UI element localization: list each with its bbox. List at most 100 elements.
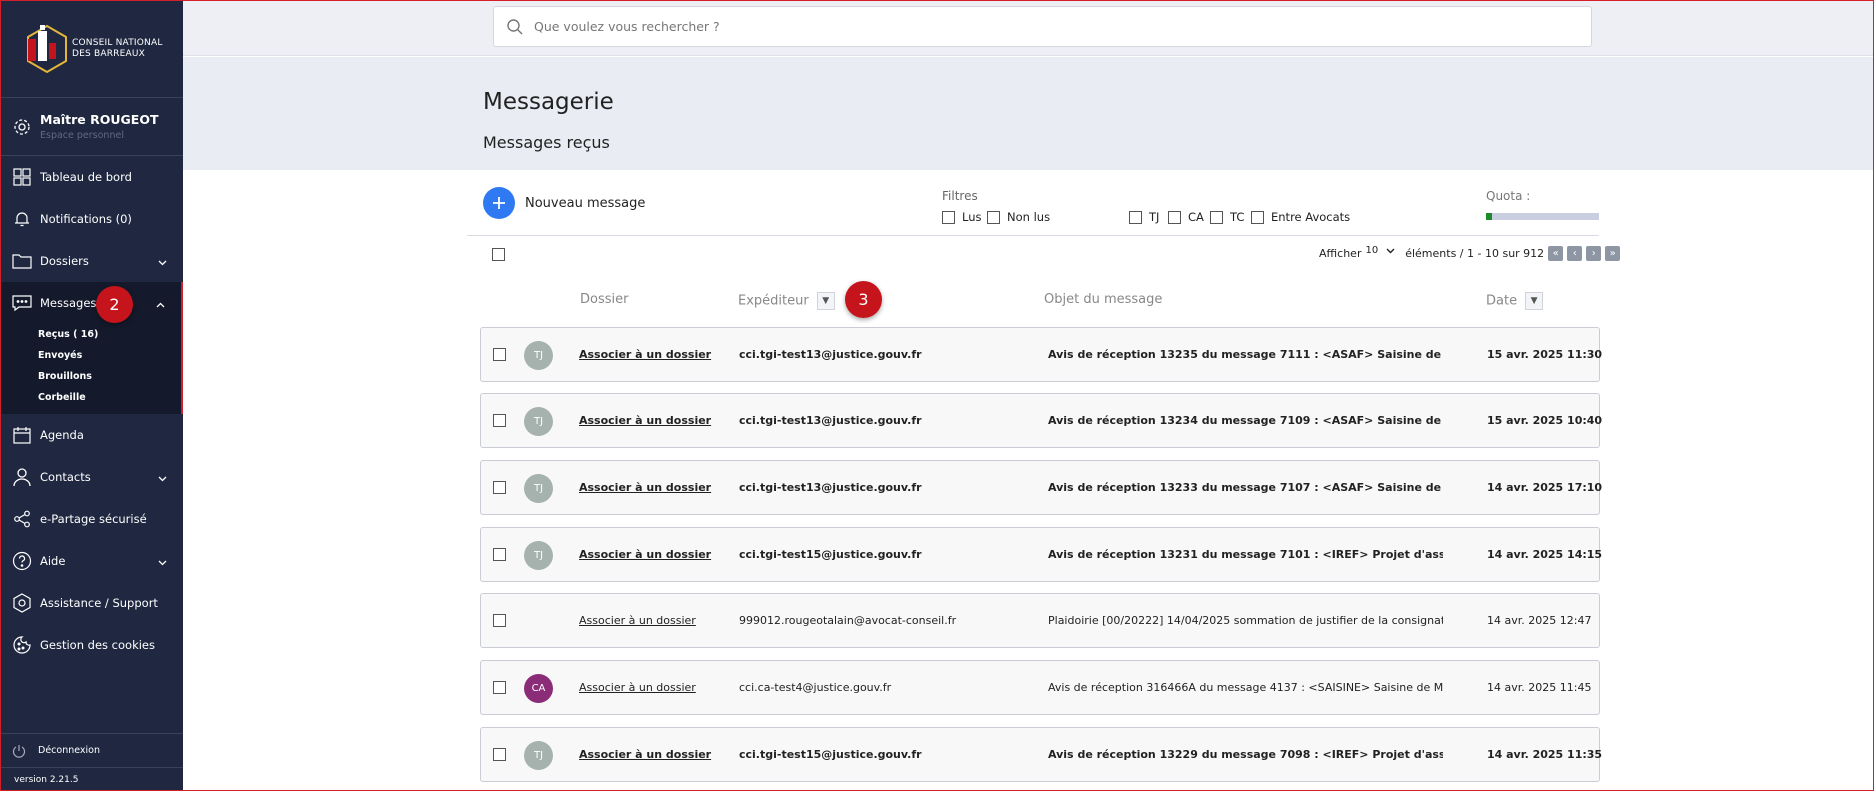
row-checkbox[interactable]: [493, 414, 506, 427]
quota-label: Quota :: [1486, 189, 1531, 203]
chevron-down-icon: [158, 255, 167, 269]
help-icon: [12, 551, 32, 571]
associate-dossier-link[interactable]: Associer à un dossier: [579, 414, 711, 427]
annotation-badge-messages: 2: [96, 286, 133, 323]
sidebar-item-dossiers[interactable]: Dossiers: [0, 240, 183, 282]
associate-dossier-link[interactable]: Associer à un dossier: [579, 748, 711, 761]
row-sender: cci.ca-test4@justice.gouv.fr: [739, 681, 892, 694]
logo[interactable]: CONSEIL NATIONAL DES BARREAUX: [0, 0, 183, 98]
submenu-trash[interactable]: Corbeille: [38, 387, 181, 408]
chevron-down-icon: [158, 471, 167, 485]
next-page-button[interactable]: ›: [1586, 246, 1602, 261]
page-subtitle: Messages reçus: [483, 133, 610, 152]
column-date: Date ▼: [1486, 292, 1544, 310]
associate-dossier-link[interactable]: Associer à un dossier: [579, 348, 711, 361]
bell-icon: [12, 209, 32, 229]
associate-dossier-link[interactable]: Associer à un dossier: [579, 614, 696, 627]
row-date: 14 avr. 2025 17:10: [1487, 481, 1603, 494]
first-page-button[interactable]: «: [1548, 246, 1564, 261]
sidebar-item-agenda[interactable]: Agenda: [0, 414, 183, 456]
row-date: 14 avr. 2025 12:47: [1487, 614, 1592, 627]
filter-unread[interactable]: Non lus: [987, 210, 1050, 224]
filter-tc[interactable]: TC: [1210, 210, 1244, 224]
avatar: CA: [524, 674, 553, 703]
sidebar-item-messages[interactable]: Messages: [0, 282, 181, 324]
sidebar-item-dashboard[interactable]: Tableau de bord: [0, 156, 183, 198]
avatar: TJ: [524, 407, 553, 436]
sidebar-item-label: Contacts: [40, 470, 91, 484]
associate-dossier-link[interactable]: Associer à un dossier: [579, 681, 696, 694]
logout-button[interactable]: Déconnexion: [0, 733, 183, 767]
search-input[interactable]: Que voulez vous rechercher ?: [493, 6, 1592, 47]
support-icon: [12, 593, 32, 613]
new-message-button[interactable]: Nouveau message: [483, 187, 645, 219]
associate-dossier-link[interactable]: Associer à un dossier: [579, 481, 711, 494]
power-icon: [12, 744, 26, 758]
filter-ca[interactable]: CA: [1168, 210, 1204, 224]
sidebar-item-contacts[interactable]: Contacts: [0, 456, 183, 498]
per-page-select[interactable]: 10: [1365, 245, 1395, 256]
row-subject: Plaidoirie [00/20222] 14/04/2025 sommati…: [1048, 614, 1443, 627]
filter-entre-avocats[interactable]: Entre Avocats: [1251, 210, 1350, 224]
calendar-icon: [12, 425, 32, 445]
sidebar-item-notifications[interactable]: Notifications (0): [0, 198, 183, 240]
submenu-received[interactable]: Reçus ( 16): [38, 324, 181, 345]
row-sender: cci.tgi-test15@justice.gouv.fr: [739, 748, 922, 761]
filter-tj-checkbox[interactable]: [1129, 210, 1142, 224]
filter-unread-checkbox[interactable]: [987, 210, 1000, 224]
submenu-drafts[interactable]: Brouillons: [38, 366, 181, 387]
chevron-down-icon: [158, 555, 167, 569]
row-date: 14 avr. 2025 11:35: [1487, 748, 1603, 761]
prev-page-button[interactable]: ‹: [1567, 246, 1583, 261]
search-placeholder: Que voulez vous rechercher ?: [534, 19, 720, 34]
row-subject: Avis de réception 13235 du message 7111 …: [1048, 348, 1443, 361]
sort-date-button[interactable]: ▼: [1525, 292, 1544, 310]
last-page-button[interactable]: »: [1605, 246, 1621, 261]
row-subject: Avis de réception 13229 du message 7098 …: [1048, 748, 1443, 761]
filter-tj[interactable]: TJ: [1129, 210, 1159, 224]
sidebar-messages-section: Messages Reçus ( 16) Envoyés Brouillons …: [0, 282, 183, 414]
sort-sender-button[interactable]: ▼: [816, 292, 835, 310]
row-sender: 999012.rougeotalain@avocat-conseil.fr: [739, 614, 957, 627]
messages-submenu: Reçus ( 16) Envoyés Brouillons Corbeille: [0, 324, 181, 414]
row-checkbox[interactable]: [493, 348, 506, 361]
user-profile[interactable]: Maître ROUGEOT Espace personnel: [0, 98, 183, 156]
range-text: éléments / 1 - 10 sur 912: [1405, 247, 1545, 260]
message-row[interactable]: TJ Associer à un dossier cci.tgi-test15@…: [480, 727, 1603, 782]
message-row[interactable]: CA Associer à un dossier cci.ca-test4@ju…: [480, 660, 1600, 715]
select-all-checkbox[interactable]: [492, 248, 505, 261]
sidebar-item-aide[interactable]: Aide: [0, 540, 183, 582]
row-checkbox[interactable]: [493, 614, 506, 627]
message-row[interactable]: TJ Associer à un dossier cci.tgi-test13@…: [480, 460, 1603, 515]
message-row[interactable]: TJ Associer à un dossier cci.tgi-test15@…: [480, 527, 1603, 582]
sidebar-item-epartage[interactable]: e-Partage sécurisé: [0, 498, 183, 540]
filter-read-checkbox[interactable]: [942, 210, 955, 224]
message-toolbar: Nouveau message Filtres Lus Non lus TJ C…: [467, 170, 1599, 236]
show-label: Afficher: [1319, 247, 1362, 260]
dashboard-icon: [12, 167, 32, 187]
plus-icon: [483, 187, 515, 219]
row-checkbox[interactable]: [493, 681, 506, 694]
filter-tc-checkbox[interactable]: [1210, 210, 1223, 224]
sidebar-item-assistance[interactable]: Assistance / Support: [0, 582, 183, 624]
filter-ca-checkbox[interactable]: [1168, 210, 1181, 224]
message-row[interactable]: Associer à un dossier 999012.rougeotalai…: [480, 593, 1600, 648]
gear-icon: [12, 117, 32, 137]
row-checkbox[interactable]: [493, 748, 506, 761]
message-row[interactable]: TJ Associer à un dossier cci.tgi-test13@…: [480, 327, 1602, 382]
sidebar-item-label: Notifications (0): [40, 212, 132, 226]
message-row[interactable]: TJ Associer à un dossier cci.tgi-test13@…: [480, 393, 1602, 448]
filter-entre-avocats-checkbox[interactable]: [1251, 210, 1264, 224]
row-subject: Avis de réception 13234 du message 7109 …: [1048, 414, 1443, 427]
sidebar-item-cookies[interactable]: Gestion des cookies: [0, 624, 183, 666]
filter-read[interactable]: Lus: [942, 210, 982, 224]
row-checkbox[interactable]: [493, 548, 506, 561]
submenu-sent[interactable]: Envoyés: [38, 345, 181, 366]
row-subject: Avis de réception 316466A du message 413…: [1048, 681, 1443, 694]
top-bar: Que voulez vous rechercher ?: [183, 0, 1874, 56]
page-header: Messagerie Messages reçus: [183, 57, 1874, 170]
row-checkbox[interactable]: [493, 481, 506, 494]
row-date: 14 avr. 2025 14:15: [1487, 548, 1603, 561]
associate-dossier-link[interactable]: Associer à un dossier: [579, 548, 711, 561]
filters-label: Filtres: [942, 189, 978, 203]
